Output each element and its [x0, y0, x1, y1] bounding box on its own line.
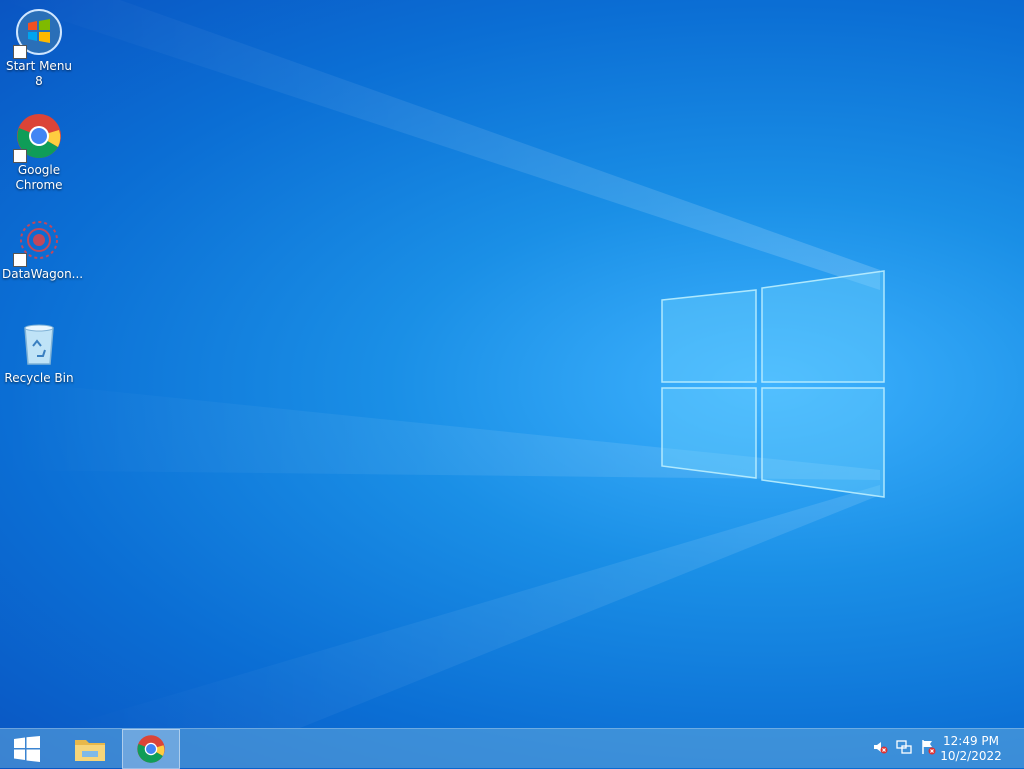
windows-logo-icon [14, 736, 40, 762]
desktop-icon-label: DataWagon... [2, 267, 84, 281]
desktop-icon-label: Google Chrome [15, 163, 63, 192]
start-button[interactable] [0, 729, 54, 769]
desktop-icon-label: Recycle Bin [4, 371, 74, 385]
shortcut-arrow-icon [13, 149, 27, 163]
taskbar-clock[interactable]: 12:49 PM 10/2/2022 [936, 734, 1006, 764]
taskbar: 12:49 PM 10/2/2022 [0, 728, 1024, 769]
desktop-icon-google-chrome[interactable]: Google Chrome [2, 106, 76, 193]
start-menu-8-icon [13, 8, 63, 59]
clock-time: 12:49 PM [943, 734, 999, 748]
desktop-icon-start-menu-8[interactable]: Start Menu 8 [2, 2, 76, 89]
windows-wallpaper-logo [661, 270, 885, 498]
shortcut-arrow-icon [13, 253, 27, 267]
taskbar-file-explorer[interactable] [62, 729, 118, 769]
desktop-icon-datawagon[interactable]: DataWagon... [2, 210, 83, 282]
volume-muted-icon[interactable] [872, 739, 888, 759]
shortcut-arrow-icon [13, 45, 27, 59]
chrome-icon [137, 735, 165, 763]
action-center-flag-icon[interactable] [920, 739, 936, 759]
system-tray [872, 729, 936, 769]
wallpaper [0, 0, 885, 728]
recycle-bin-icon [15, 320, 63, 368]
chrome-icon [13, 112, 63, 163]
desktop[interactable]: Start Menu 8 Google Chrome DataWagon... … [0, 0, 1024, 728]
file-explorer-icon [75, 740, 105, 761]
network-icon[interactable] [896, 739, 912, 759]
desktop-icon-recycle-bin[interactable]: Recycle Bin [2, 314, 76, 386]
clock-date: 10/2/2022 [940, 749, 1002, 763]
taskbar-google-chrome[interactable] [122, 729, 180, 769]
desktop-icon-label: Start Menu 8 [5, 59, 73, 88]
datawagon-icon [13, 216, 63, 267]
